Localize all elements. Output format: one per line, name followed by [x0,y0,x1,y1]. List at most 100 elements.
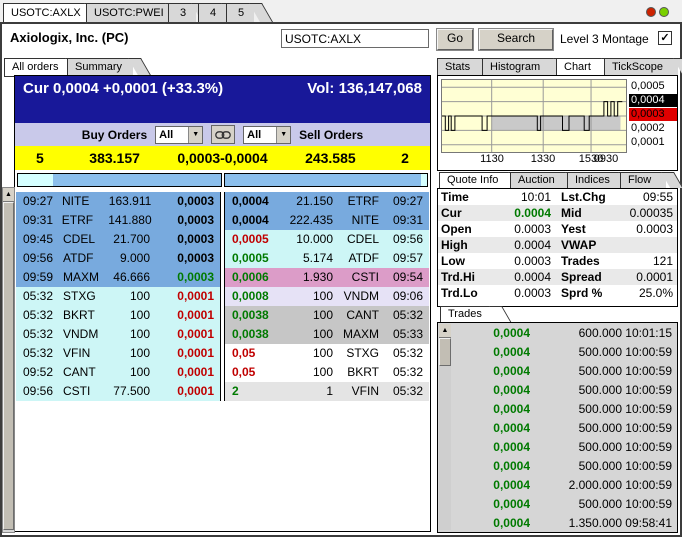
buy-orders-filter[interactable]: All ▼ [155,126,203,144]
tab-auction[interactable]: Auction [510,172,570,189]
tab-usotc-axlx[interactable]: USOTC:AXLX [3,3,89,23]
buy-order-row[interactable]: 09:59MAXM46.6660,0003 [16,268,220,287]
sell-order-row[interactable]: 0,000510.000CDEL09:56 [225,230,429,249]
order-price: 0,0003 [163,192,220,211]
order-size: 1.930 [288,268,333,287]
tab-trades[interactable]: Trades [440,306,494,323]
quote-value: 0.0001 [623,269,677,285]
trade-price: 0,0004 [452,457,530,476]
sell-order-row[interactable]: 0,000421.150ETRF09:27 [225,192,429,211]
trade-row[interactable]: 0,0004500.00010:00:59 [452,400,677,419]
order-price: 2 [225,382,288,401]
tab-5[interactable]: 5 [226,3,254,23]
level2-montage-window: USOTC:AXLX USOTC:PWEI 3 4 5 Axiologix, I… [0,0,682,537]
quote-value: 0.0004 [489,237,551,253]
quote-label: High [438,237,489,253]
symbol-input[interactable] [281,29,429,48]
sell-orders-filter[interactable]: All ▼ [243,126,291,144]
order-price: 0,0001 [162,306,220,325]
trade-row[interactable]: 0,0004500.00010:00:59 [452,362,677,381]
trade-time: 10:00:59 [622,362,677,381]
trade-time: 10:00:59 [622,438,677,457]
market-maker-id: VFIN [333,382,379,401]
sell-order-row[interactable]: 0,0038100MAXM05:33 [225,325,429,344]
sell-order-row[interactable]: 0,0004222.435NITE09:31 [225,211,429,230]
trade-size: 500.000 [530,400,622,419]
order-price: 0,0003 [162,230,220,249]
quote-label: Lst.Chg [551,189,623,205]
trade-row[interactable]: 0,00041.350.00009:58:41 [452,514,677,533]
order-size: 77.500 [111,382,162,401]
quote-value: 0.0003 [489,285,551,301]
tab-4[interactable]: 4 [198,3,226,23]
order-price: 0,0006 [225,268,288,287]
quote-info-row: Open0.0003Yest0.0003 [438,221,677,237]
trades-scrollbar[interactable]: ▲ [439,324,451,530]
buy-order-row[interactable]: 09:56CSTI77.5000,0001 [16,382,220,401]
scrollbar-thumb[interactable] [439,338,451,366]
sell-order-row[interactable]: 21VFIN05:32 [225,382,429,401]
quote-label: VWAP [551,237,623,253]
search-button[interactable]: Search [479,29,553,50]
order-size: 100 [288,325,333,344]
buy-order-row[interactable]: 09:27NITE163.9110,0003 [16,192,220,211]
tab-indices[interactable]: Indices [567,172,623,189]
trade-price: 0,0004 [452,343,530,362]
level3-checkbox[interactable]: ✓ [658,31,672,45]
sell-order-row[interactable]: 0,00061.930CSTI09:54 [225,268,429,287]
x-axis-tick: 1130 [476,153,508,165]
trade-row[interactable]: 0,00042.000.00010:00:59 [452,476,677,495]
tab-flow[interactable]: Flow [620,172,666,189]
trade-row[interactable]: 0,0004500.00010:00:59 [452,457,677,476]
market-maker-id: ATDF [333,249,379,268]
sell-order-row[interactable]: 0,05100STXG05:32 [225,344,429,363]
buy-orders-list: 09:27NITE163.9110,000309:31ETRF141.8800,… [16,192,221,401]
sell-order-row[interactable]: 0,0008100VNDM09:06 [225,287,429,306]
scrollbar-thumb[interactable] [3,202,14,530]
scroll-up-icon[interactable]: ▲ [3,188,14,202]
tab-usotc-pwei[interactable]: USOTC:PWEI [86,3,170,23]
trade-row[interactable]: 0,0004600.00010:01:15 [452,324,677,343]
trade-row[interactable]: 0,0004500.00010:00:59 [452,419,677,438]
price-chart-panel: 0,0005 0,0004 0,0003 0,0002 0,0001 1130 … [437,75,678,171]
buy-order-row[interactable]: 09:45CDEL21.7000,0003 [16,230,220,249]
go-button[interactable]: Go [437,29,473,50]
buy-order-row[interactable]: 09:31ETRF141.8800,0003 [16,211,220,230]
trade-row[interactable]: 0,0004500.00010:00:59 [452,343,677,362]
order-size: 100 [288,344,333,363]
market-maker-id: CDEL [333,230,379,249]
sell-order-row[interactable]: 0,0038100CANT05:32 [225,306,429,325]
order-size: 10.000 [288,230,333,249]
market-maker-id: STXG [63,287,111,306]
trade-row[interactable]: 0,0004500.00010:00:59 [452,495,677,514]
tab-quote-info[interactable]: Quote Info [439,172,513,189]
buy-order-row[interactable]: 05:32BKRT1000,0001 [16,306,220,325]
order-time: 09:54 [379,268,429,287]
order-size: 100 [288,306,333,325]
market-maker-id: BKRT [63,306,111,325]
quote-info-row: Time10:01Lst.Chg09:55 [438,189,677,205]
buy-order-row[interactable]: 05:32VNDM1000,0001 [16,325,220,344]
tab-3[interactable]: 3 [168,3,196,23]
scroll-up-icon[interactable]: ▲ [439,324,451,338]
buy-order-row[interactable]: 05:32VFIN1000,0001 [16,344,220,363]
buy-order-row[interactable]: 09:52CANT1000,0001 [16,363,220,382]
order-size: 21.700 [111,230,162,249]
trade-row[interactable]: 0,0004500.00010:00:59 [452,438,677,457]
sell-order-row[interactable]: 0,05100BKRT05:32 [225,363,429,382]
order-size: 100 [111,325,162,344]
buy-order-row[interactable]: 05:32STXG1000,0001 [16,287,220,306]
trade-price: 0,0004 [452,324,530,343]
order-book-scrollbar[interactable]: ▲ [2,187,15,533]
tab-label: Stats [445,61,470,73]
buy-order-row[interactable]: 09:56ATDF9.0000,0003 [16,249,220,268]
sell-order-row[interactable]: 0,00055.174ATDF09:57 [225,249,429,268]
order-time: 05:32 [16,344,63,363]
order-time: 09:57 [379,249,429,268]
link-orders-button[interactable] [211,125,235,144]
order-price: 0,0005 [225,230,288,249]
order-price: 0,0038 [225,325,288,344]
trade-row[interactable]: 0,0004500.00010:00:59 [452,381,677,400]
quote-value: 10:01 [489,189,551,205]
order-size: 100 [288,363,333,382]
